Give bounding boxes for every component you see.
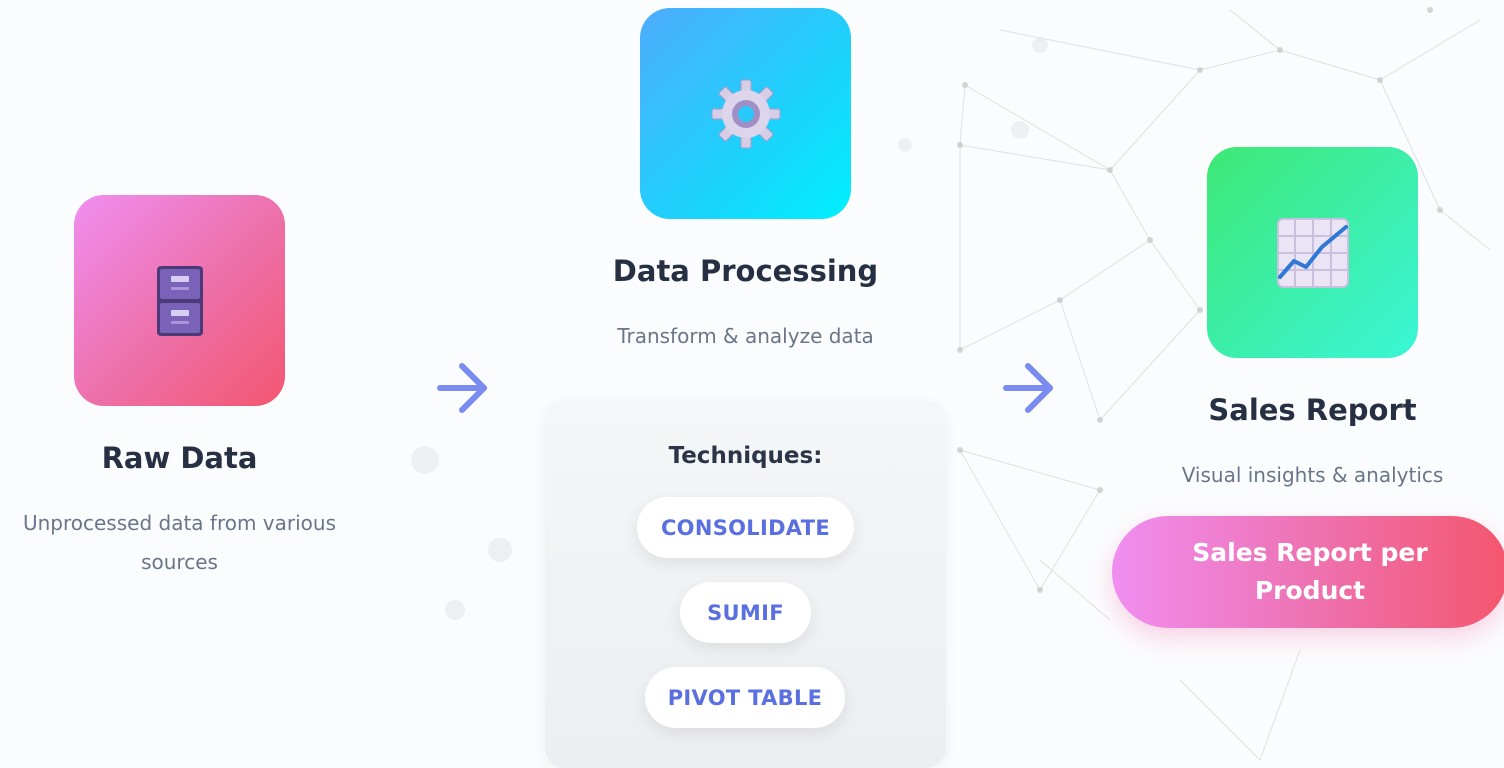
techniques-heading: Techniques: [668, 443, 823, 469]
arrow-right-icon [437, 363, 487, 413]
data-processing-subtitle: Transform & analyze data [617, 324, 874, 348]
file-cabinet-icon [156, 265, 203, 336]
data-processing-title: Data Processing [612, 254, 879, 288]
sales-report-per-product-button[interactable]: Sales Report per Product [1112, 516, 1504, 628]
raw-data-subtitle: Unprocessed data from various sources [22, 511, 337, 574]
technique-pivot-table[interactable]: PIVOT TABLE [645, 667, 845, 728]
data-processing-tile [640, 8, 851, 219]
arrow-right-icon [1003, 363, 1053, 413]
techniques-panel: Techniques: CONSOLIDATE SUMIF PIVOT TABL… [545, 400, 946, 768]
raw-data-tile [74, 195, 285, 406]
raw-data-title: Raw Data [101, 441, 258, 475]
technique-sumif[interactable]: SUMIF [680, 582, 811, 643]
sales-report-subtitle: Visual insights & analytics [1181, 463, 1444, 487]
chart-increasing-icon [1276, 217, 1349, 288]
technique-consolidate[interactable]: CONSOLIDATE [637, 497, 854, 558]
sales-report-tile [1207, 147, 1418, 358]
gear-icon [711, 79, 780, 148]
sales-report-title: Sales Report [1208, 393, 1417, 427]
